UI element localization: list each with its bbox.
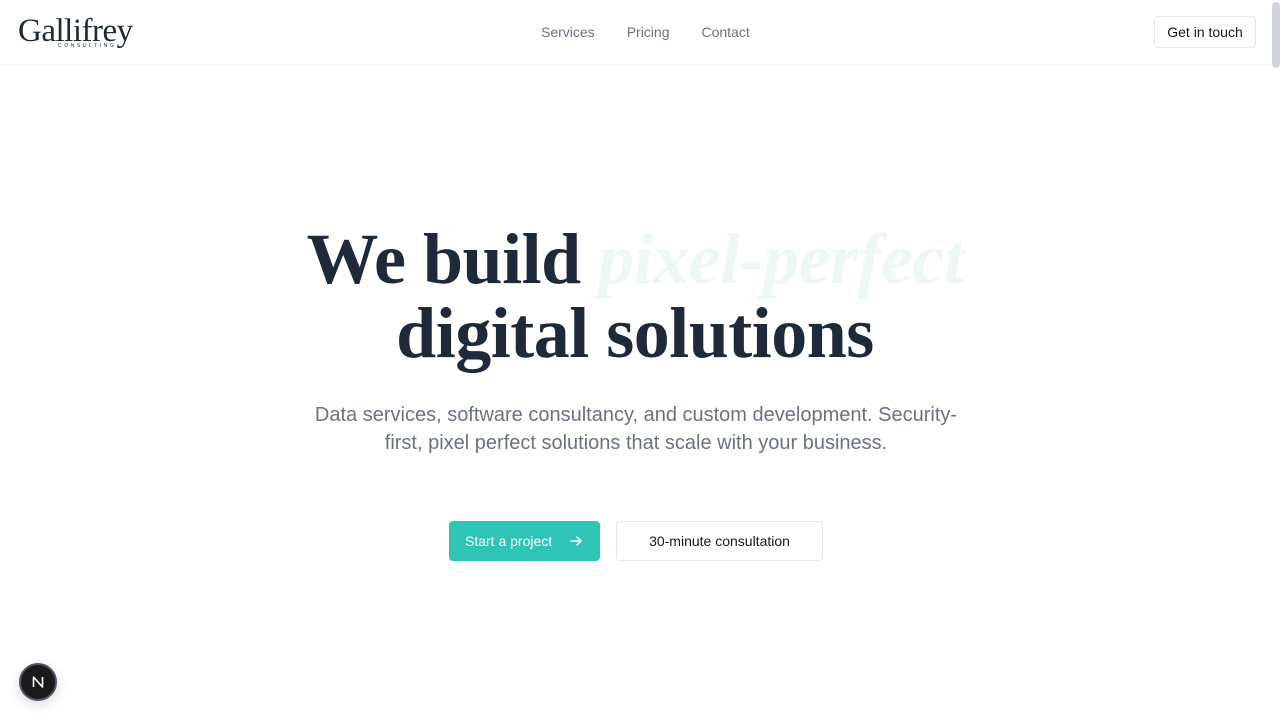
- headline-line-1: We build pixel-perfect: [0, 222, 1270, 296]
- nav-link-services[interactable]: Services: [541, 22, 595, 42]
- start-project-label: Start a project: [465, 533, 553, 549]
- headline-start: We build: [306, 219, 582, 299]
- scrollbar[interactable]: [1270, 0, 1280, 720]
- brand-tagline: CONSULTING: [58, 43, 117, 49]
- arrow-right-icon: [570, 536, 582, 546]
- start-project-button[interactable]: Start a project: [449, 521, 600, 561]
- brand-logo[interactable]: Gallifrey CONSULTING: [18, 12, 138, 52]
- site-header: Gallifrey CONSULTING Services Pricing Co…: [0, 0, 1270, 65]
- hero-headline: We build pixel-perfect digital solutions: [0, 222, 1270, 370]
- nav-link-contact[interactable]: Contact: [701, 22, 749, 42]
- hero-subtitle: Data services, software consultancy, and…: [314, 404, 958, 454]
- next-logo-glyph: [32, 676, 44, 688]
- main-nav: Services Pricing Contact: [541, 0, 750, 64]
- nav-link-pricing[interactable]: Pricing: [627, 22, 670, 42]
- scrollbar-thumb[interactable]: [1272, 2, 1280, 68]
- next-logo-icon[interactable]: [19, 663, 57, 701]
- headline-end: digital solutions: [396, 293, 874, 373]
- get-in-touch-button[interactable]: Get in touch: [1154, 16, 1256, 48]
- headline-accent: pixel-perfect: [598, 219, 964, 299]
- consultation-button[interactable]: 30-minute consultation: [616, 521, 823, 561]
